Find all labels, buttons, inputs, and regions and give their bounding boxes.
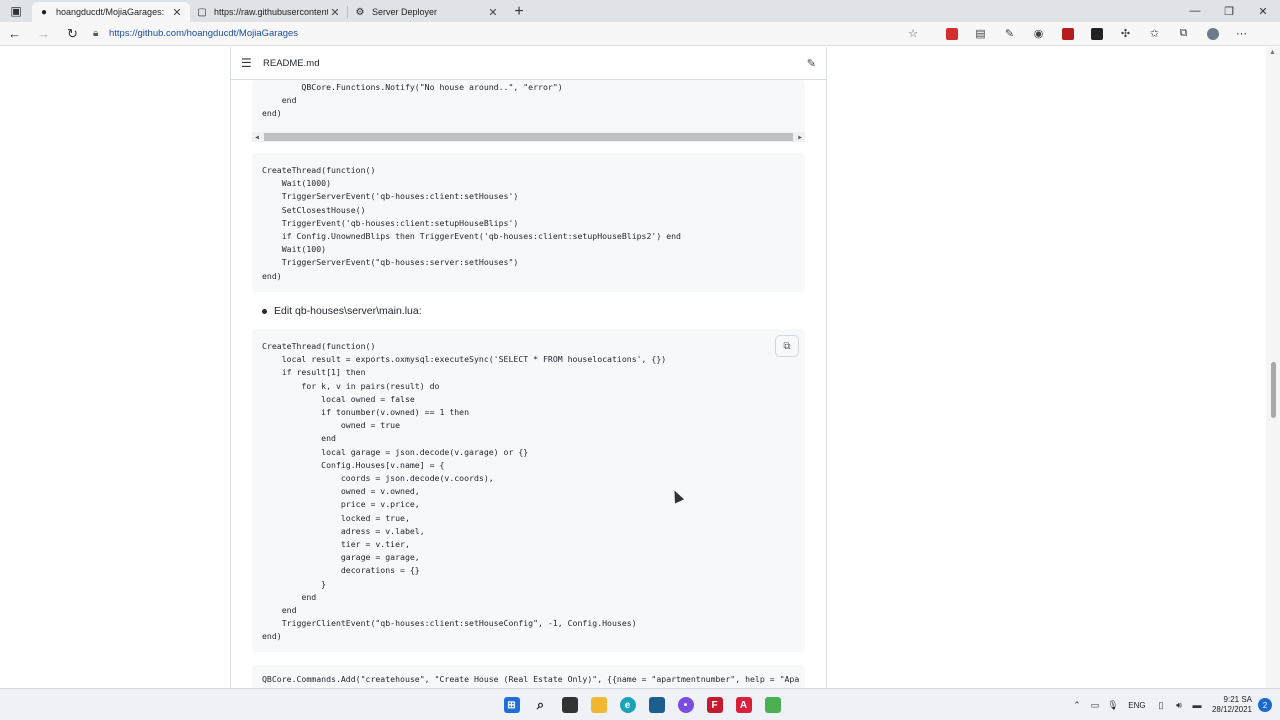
clock-date: 28/12/2021 xyxy=(1211,705,1252,714)
microphone-icon[interactable]: 🎙︎ xyxy=(1104,700,1122,711)
readme-header: ☰ README.md ✎ xyxy=(231,47,826,80)
bullet-dot xyxy=(262,308,267,314)
tab-actions-icon[interactable]: ▣ xyxy=(0,0,32,22)
scroll-up-icon[interactable]: ▲ xyxy=(1269,49,1276,56)
tab-server-deployer[interactable]: ⚙ Server Deployer ✕ xyxy=(348,2,506,22)
url-text[interactable]: https://github.com/hoangducdt/MojiaGarag… xyxy=(109,28,903,39)
horizontal-scrollbar[interactable]: ◀ ▶ xyxy=(252,132,805,142)
favorites-icon[interactable]: ✩ xyxy=(1140,22,1169,46)
add-favorite-icon[interactable]: ☆ xyxy=(903,27,923,40)
list-item: Edit qb-houses\server\main.lua: xyxy=(262,305,422,317)
clock[interactable]: 9:21 SA 28/12/2021 xyxy=(1212,695,1252,715)
readme-panel: ☰ README.md ✎ QBCore.Functions.Notify("N… xyxy=(230,47,827,688)
language-indicator[interactable]: ENG xyxy=(1122,701,1152,710)
tab-title: https://raw.githubusercontent.cc xyxy=(214,7,328,17)
search-icon[interactable]: ⌕ xyxy=(526,693,555,717)
box-extension-icon[interactable] xyxy=(1082,22,1111,46)
extensions-toolbar: ▤ ✎ ◉ ✣ ✩ ⧉ ⋯ xyxy=(937,22,1256,46)
scroll-right-icon[interactable]: ▶ xyxy=(795,134,805,141)
chevron-up-icon[interactable]: ⌃ xyxy=(1068,700,1086,711)
back-button[interactable]: ← xyxy=(0,22,29,46)
close-window-icon[interactable]: ✕ xyxy=(1246,0,1280,22)
page-icon: ▢ xyxy=(197,6,207,18)
clock-time: 9:21 SA xyxy=(1223,695,1252,704)
gear-icon: ⚙ xyxy=(355,6,365,18)
code-text: QBCore.Commands.Add("createhouse", "Crea… xyxy=(262,674,800,684)
lock-icon[interactable]: 🔒︎ xyxy=(93,28,109,39)
page-content: ☰ README.md ✎ QBCore.Functions.Notify("N… xyxy=(0,47,1280,688)
restore-icon[interactable]: ❐ xyxy=(1212,0,1246,22)
tab-title: Server Deployer xyxy=(372,7,438,17)
close-icon[interactable]: ✕ xyxy=(328,6,342,19)
address-bar[interactable]: 🔒︎ https://github.com/hoangducdt/MojiaGa… xyxy=(93,24,923,44)
collections-icon[interactable]: ⧉ xyxy=(1169,22,1198,46)
tab-github[interactable]: ● hoangducdt/MojiaGarages: ✕ xyxy=(32,2,190,22)
notepad-icon[interactable] xyxy=(758,693,787,717)
navigation-bar: ← → ↻ 🔒︎ https://github.com/hoangducdt/M… xyxy=(0,22,1280,46)
outline-list-icon[interactable]: ☰ xyxy=(241,56,263,70)
forward-button[interactable]: → xyxy=(29,22,58,46)
keyboard-icon[interactable]: ▭ xyxy=(1086,700,1104,711)
messenger-icon[interactable]: • xyxy=(671,693,700,717)
file-explorer-icon[interactable] xyxy=(584,693,613,717)
app-red-icon[interactable]: F xyxy=(700,693,729,717)
calculator-icon[interactable] xyxy=(642,693,671,717)
profile-avatar[interactable] xyxy=(1198,22,1227,46)
close-icon[interactable]: ✕ xyxy=(486,6,500,19)
minimize-icon[interactable]: — xyxy=(1178,0,1212,22)
window-controls: — ❐ ✕ xyxy=(1178,0,1280,22)
copy-icon: ⧉ xyxy=(783,340,791,352)
taskbar: ⊞ ⌕ e • F A ⌃ ▭ 🎙︎ ENG ▯ 🔊︎ ▬ 9:21 SA 28… xyxy=(0,688,1280,720)
code-text: QBCore.Functions.Notify("No house around… xyxy=(262,82,563,119)
github-icon: ● xyxy=(40,6,48,18)
page-scrollbar-thumb[interactable] xyxy=(1271,362,1276,418)
more-menu-icon[interactable]: ⋯ xyxy=(1227,22,1256,46)
tab-raw-github[interactable]: ▢ https://raw.githubusercontent.cc ✕ xyxy=(190,2,348,22)
close-icon[interactable]: ✕ xyxy=(170,6,184,19)
code-block: CreateThread(function() local result = e… xyxy=(252,329,805,652)
puzzle-icon[interactable]: ✣ xyxy=(1111,22,1140,46)
edge-icon[interactable]: e xyxy=(613,693,642,717)
code-block: QBCore.Functions.Notify("No house around… xyxy=(252,80,805,142)
task-view-icon[interactable] xyxy=(555,693,584,717)
acrobat-icon[interactable]: A xyxy=(729,693,758,717)
start-icon[interactable]: ⊞ xyxy=(497,693,526,717)
network-icon[interactable]: ▯ xyxy=(1152,700,1170,711)
page-scrollbar[interactable]: ▲ xyxy=(1266,47,1280,688)
pdf-extension-icon[interactable] xyxy=(937,22,966,46)
tab-bar: ▣ ● hoangducdt/MojiaGarages: ✕ ▢ https:/… xyxy=(0,0,1280,22)
taskbar-apps: ⊞ ⌕ e • F A xyxy=(497,693,787,717)
badge-extension-icon[interactable] xyxy=(1053,22,1082,46)
volume-icon[interactable]: 🔊︎ xyxy=(1170,700,1188,711)
code-text: CreateThread(function() local result = e… xyxy=(262,341,667,642)
refresh-button[interactable]: ↻ xyxy=(58,22,87,46)
copy-button[interactable]: ⧉ xyxy=(775,335,799,357)
readme-filename: README.md xyxy=(263,57,320,69)
system-tray: ⌃ ▭ 🎙︎ ENG ▯ 🔊︎ ▬ 9:21 SA 28/12/2021 2 xyxy=(1068,693,1272,717)
battery-icon[interactable]: ▬ xyxy=(1188,700,1206,710)
scroll-left-icon[interactable]: ◀ xyxy=(252,134,262,141)
list-item-text: Edit qb-houses\server\main.lua: xyxy=(274,305,422,317)
edit-pencil-icon[interactable]: ✎ xyxy=(807,57,816,70)
code-text: CreateThread(function() Wait(1000) Trigg… xyxy=(262,165,681,281)
new-tab-button[interactable]: + xyxy=(506,2,532,22)
circle-extension-icon[interactable]: ◉ xyxy=(1024,22,1053,46)
code-block: CreateThread(function() Wait(1000) Trigg… xyxy=(252,153,805,292)
scrollbar-thumb[interactable] xyxy=(264,133,793,141)
pen-extension-icon[interactable]: ✎ xyxy=(995,22,1024,46)
notes-extension-icon[interactable]: ▤ xyxy=(966,22,995,46)
notification-badge[interactable]: 2 xyxy=(1258,698,1272,712)
code-block: QBCore.Commands.Add("createhouse", "Crea… xyxy=(252,665,805,688)
tab-title: hoangducdt/MojiaGarages: xyxy=(56,7,165,17)
